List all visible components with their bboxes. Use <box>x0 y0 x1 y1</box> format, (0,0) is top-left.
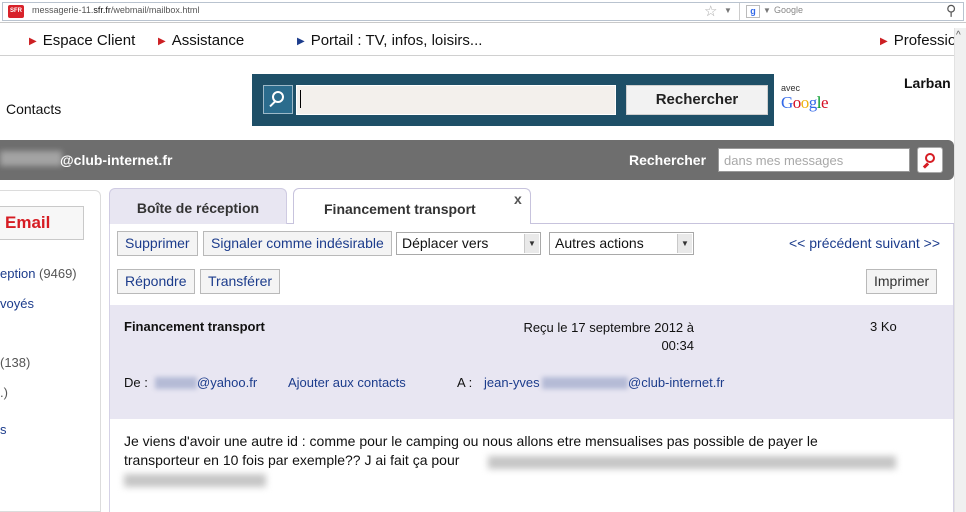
message-body-line: transporteur en 10 fois par exemple?? J … <box>124 452 460 468</box>
received-line-1: Reçu le 17 septembre 2012 à <box>523 320 694 335</box>
recipient-address-start[interactable]: jean-yves <box>484 375 540 390</box>
avec-label: avec <box>781 83 801 93</box>
redacted-recipient <box>542 377 628 389</box>
other-actions-value: Autres actions <box>555 235 644 251</box>
sidebar-item-count: (138) <box>0 355 31 370</box>
nav-professionnels[interactable]: ▶ Professio <box>880 32 956 49</box>
portal-nav: ▶ Espace Client ▶ Assistance ▶ Portail : TV… <box>0 28 966 52</box>
url-prefix: messagerie-11. <box>32 5 94 15</box>
message-received-date: Reçu le 17 septembre 2012 à 00:34 <box>512 319 694 355</box>
sidebar-item-label: .) <box>0 385 8 400</box>
contacts-link[interactable]: Contacts <box>6 101 61 117</box>
nav-espace-client[interactable]: ▶ Espace Client <box>29 32 135 49</box>
add-to-contacts-link[interactable]: Ajouter aux contacts <box>288 375 406 390</box>
search-button[interactable]: Rechercher <box>626 85 768 115</box>
message-size: 3 Ko <box>870 319 897 334</box>
account-email: @club-internet.fr <box>60 152 173 168</box>
search-input[interactable] <box>296 85 616 115</box>
delete-button[interactable]: Supprimer <box>117 231 198 256</box>
user-name: Larban <box>904 75 951 91</box>
sidebar-item-count: (9469) <box>39 266 77 281</box>
move-to-select[interactable]: Déplacer vers ▼ <box>396 232 541 255</box>
nav-label: Professio <box>893 32 957 49</box>
engine-dropdown-icon[interactable]: ▼ <box>763 6 771 15</box>
recipient-address-domain[interactable]: @club-internet.fr <box>628 375 724 390</box>
sidebar-item-folder[interactable]: (138) <box>0 355 30 370</box>
url-path: /webmail/mailbox.html <box>110 5 200 15</box>
bookmark-star-icon[interactable]: ☆ <box>704 2 717 20</box>
nav-portail[interactable]: ▶ Portail : TV, infos, loisirs... <box>297 32 482 49</box>
google-logo: Google <box>781 93 829 112</box>
message-search-input[interactable]: dans mes messages <box>718 148 910 172</box>
nav-arrow-icon: ▶ <box>297 36 305 47</box>
print-button[interactable]: Imprimer <box>866 269 938 294</box>
close-tab-icon[interactable]: x <box>514 191 522 207</box>
browser-search-field[interactable]: Google <box>774 5 803 15</box>
message-subject: Financement transport <box>124 319 265 334</box>
received-line-2: 00:34 <box>661 338 694 353</box>
sidebar-item-inbox[interactable]: eption (9469) <box>0 266 77 281</box>
toolbar-divider <box>739 3 740 20</box>
report-spam-button[interactable]: Signaler comme indésirable <box>203 231 392 256</box>
text-caret <box>300 90 301 108</box>
nav-divider <box>0 55 966 56</box>
tab-message[interactable]: Financement transport <box>293 188 531 225</box>
message-pager[interactable]: << précédent suivant >> <box>789 235 940 251</box>
nav-label: Portail : TV, infos, loisirs... <box>310 32 483 49</box>
redacted-body-text <box>124 474 266 487</box>
sidebar-item-label: voyés <box>0 296 34 311</box>
forward-button[interactable]: Transférer <box>200 269 281 294</box>
sidebar-item-label: eption <box>0 266 36 281</box>
sender-address[interactable]: @yahoo.fr <box>197 375 257 390</box>
new-email-button[interactable]: Email <box>0 206 84 240</box>
browser-search-icon[interactable]: ⚲ <box>946 2 956 19</box>
google-engine-icon[interactable]: g <box>746 5 760 18</box>
to-label: A : <box>457 375 473 390</box>
redacted-username <box>0 151 62 166</box>
sidebar-item-folder[interactable]: .) <box>0 385 8 400</box>
other-actions-select[interactable]: Autres actions ▼ <box>549 232 694 255</box>
from-label: De : <box>124 375 148 390</box>
move-to-value: Déplacer vers <box>402 235 489 251</box>
nav-label: Assistance <box>171 32 245 49</box>
sidebar-item-label: s <box>0 422 7 437</box>
sidebar-item-folder[interactable]: s <box>0 422 7 437</box>
chevron-down-icon: ▼ <box>677 234 692 253</box>
message-search-label: Rechercher <box>629 152 707 168</box>
message-body-line: Je viens d'avoir une autre id : comme po… <box>124 433 818 449</box>
nav-assistance[interactable]: ▶ Assistance <box>158 32 244 49</box>
nav-label: Espace Client <box>42 32 136 49</box>
sfr-favicon-icon: SFR <box>8 5 24 18</box>
nav-arrow-icon: ▶ <box>29 36 37 47</box>
sidebar-item-sent[interactable]: voyés <box>0 296 34 311</box>
scroll-up-arrow-icon[interactable]: ^ <box>956 30 961 41</box>
tab-inbox[interactable]: Boîte de réception <box>109 188 287 224</box>
url-domain: sfr.fr <box>93 5 111 15</box>
redacted-sender <box>155 377 197 389</box>
chevron-down-icon: ▼ <box>524 234 539 253</box>
reply-button[interactable]: Répondre <box>117 269 195 294</box>
nav-arrow-icon: ▶ <box>158 36 166 47</box>
message-search-button[interactable] <box>917 147 943 173</box>
url-text[interactable]: messagerie-11.sfr.fr/webmail/mailbox.htm… <box>32 5 199 15</box>
search-icon <box>263 85 293 114</box>
vertical-scrollbar[interactable] <box>954 28 966 512</box>
nav-arrow-icon: ▶ <box>880 36 888 47</box>
redacted-body-text <box>488 456 896 469</box>
url-dropdown-icon[interactable]: ▼ <box>724 6 732 15</box>
